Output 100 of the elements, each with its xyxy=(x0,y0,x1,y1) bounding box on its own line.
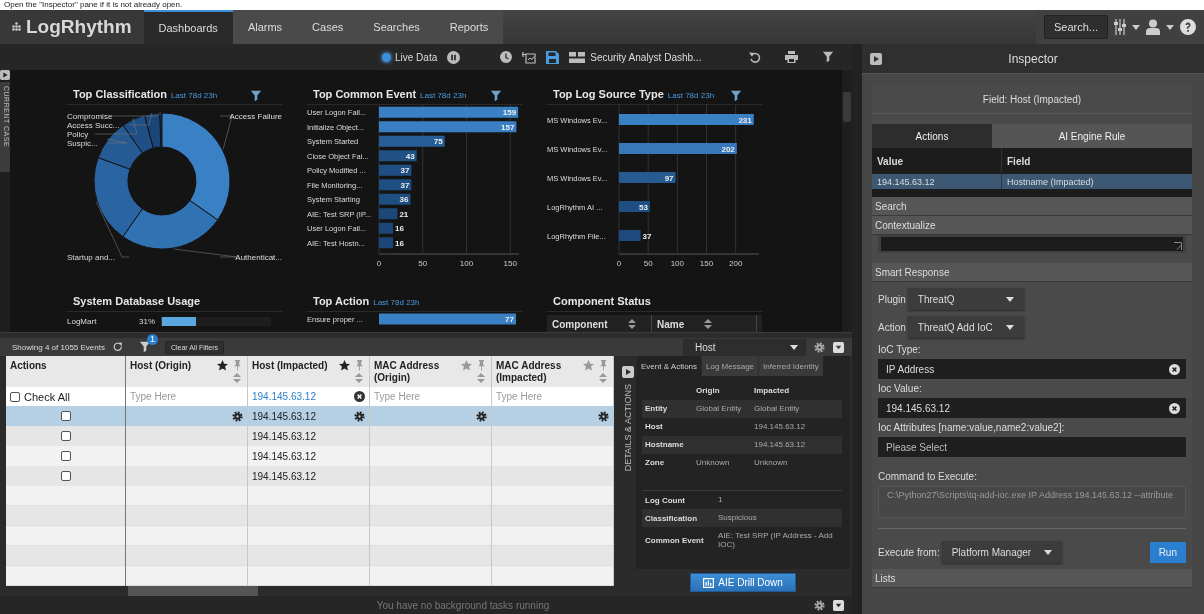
data-label: 97 xyxy=(664,173,674,183)
filter-cell[interactable]: Type Here xyxy=(370,387,492,406)
collapse-icon[interactable] xyxy=(833,599,844,611)
nav-tab[interactable]: Searches xyxy=(358,10,435,44)
nav-tab[interactable]: Reports xyxy=(434,10,504,44)
help-icon[interactable] xyxy=(1180,19,1196,35)
action-select[interactable]: ThreatQ Add IoC xyxy=(907,316,1024,338)
expand-icon[interactable] xyxy=(870,52,882,65)
save-icon[interactable] xyxy=(546,50,560,64)
data-label: 16 xyxy=(395,224,404,234)
live-data-label[interactable]: Live Data xyxy=(395,51,438,63)
detail-tab[interactable]: Log Message xyxy=(701,356,759,376)
checkbox[interactable] xyxy=(60,451,71,461)
refresh-icon[interactable] xyxy=(112,342,123,352)
filter-field[interactable]: 194.145.63.12 xyxy=(252,391,354,402)
filter-icon[interactable] xyxy=(490,90,502,102)
undo-icon[interactable] xyxy=(749,51,761,63)
checkbox[interactable] xyxy=(60,431,71,441)
details-actions-tab[interactable]: DETAILS & ACTIONS xyxy=(623,384,633,472)
section-header[interactable]: Contextualize xyxy=(872,216,1192,235)
table-row[interactable]: 194.145.63.12 xyxy=(6,406,614,426)
plugin-select[interactable]: ThreatQ xyxy=(907,288,1024,310)
gear-icon[interactable] xyxy=(598,410,609,422)
column-header[interactable]: MAC Address (Impacted) xyxy=(492,356,614,387)
filter-cell[interactable]: Type Here xyxy=(492,387,614,406)
nav-tab[interactable]: Alarms xyxy=(232,10,298,44)
detail-tab[interactable]: Inferred Identity xyxy=(758,356,823,376)
filter-cell[interactable]: Type Here xyxy=(126,387,248,406)
star-icon[interactable] xyxy=(460,360,472,371)
pause-icon[interactable] xyxy=(447,50,461,64)
clear-icon[interactable] xyxy=(1169,364,1180,375)
gear-icon[interactable] xyxy=(814,341,825,353)
nav-tab[interactable]: Cases xyxy=(297,10,359,44)
collapse-icon[interactable] xyxy=(833,341,844,353)
caret-icon xyxy=(1043,549,1052,555)
gear-icon[interactable] xyxy=(354,410,365,422)
section-header[interactable]: Smart Response xyxy=(872,263,1192,282)
filter-icon[interactable] xyxy=(250,90,262,102)
checkbox[interactable] xyxy=(60,471,71,481)
section-header[interactable]: Lists xyxy=(872,569,1192,588)
sort-icon[interactable] xyxy=(627,319,636,329)
filter-cell[interactable]: 194.145.63.12 xyxy=(248,387,370,406)
clock-icon[interactable] xyxy=(500,51,513,63)
text-field[interactable]: 194.145.63.12 xyxy=(878,398,1186,418)
gear-icon[interactable] xyxy=(476,410,487,422)
expand-icon[interactable] xyxy=(0,70,10,80)
chart-icon[interactable] xyxy=(703,577,715,588)
filter-field[interactable]: Type Here xyxy=(496,391,609,402)
group-by-select[interactable]: Host xyxy=(683,338,806,356)
text-field[interactable]: IP Address xyxy=(878,359,1186,379)
sort-icon[interactable] xyxy=(704,319,713,329)
add-widget-icon[interactable] xyxy=(522,50,537,64)
bar xyxy=(619,230,641,241)
star-icon[interactable] xyxy=(338,360,350,371)
slice-label: Startup and... xyxy=(67,253,116,262)
table-row[interactable]: 194.145.63.12 Hostname (Impacted) xyxy=(872,174,1192,189)
checkbox[interactable] xyxy=(60,411,71,421)
column-header[interactable]: Host (Origin) xyxy=(126,356,248,387)
column-header[interactable]: Actions xyxy=(6,356,126,387)
filter-icon[interactable] xyxy=(730,90,742,102)
clear-icon[interactable] xyxy=(1169,403,1180,414)
scrollbar[interactable] xyxy=(842,70,852,332)
filter-field[interactable]: Type Here xyxy=(130,391,243,402)
bar xyxy=(379,193,411,205)
filter-icon[interactable] xyxy=(822,51,834,63)
drill-down-button[interactable]: AIE Drill Down xyxy=(690,573,796,592)
column-header: Field xyxy=(1006,155,1032,167)
panel-title: Inspector xyxy=(1007,51,1059,66)
star-icon[interactable] xyxy=(216,360,228,371)
search-button[interactable]: Search... xyxy=(1043,15,1108,39)
text-field[interactable]: Please Select xyxy=(878,437,1186,457)
execute-from-select[interactable]: Platform Manager xyxy=(941,541,1062,563)
section-header[interactable]: Search xyxy=(872,197,1192,216)
sliders-icon[interactable] xyxy=(1114,19,1126,35)
time-range-label: Last 78d 23h xyxy=(667,91,715,100)
dashboard-name[interactable]: Security Analyst Dashb... xyxy=(590,51,702,63)
run-button[interactable]: Run xyxy=(1149,541,1186,563)
filter-field[interactable]: Type Here xyxy=(374,391,487,402)
expand-icon[interactable] xyxy=(622,366,634,378)
time-range-label: Last 78d 23h xyxy=(420,91,467,100)
column-header[interactable]: Host (Impacted) xyxy=(248,356,370,387)
gear-icon[interactable] xyxy=(814,599,825,611)
inspector-tab[interactable]: AI Engine Rule xyxy=(992,124,1192,148)
column-header[interactable]: MAC Address (Origin) xyxy=(370,356,492,387)
table-row[interactable]: 194.145.63.12 xyxy=(6,426,614,446)
print-icon[interactable] xyxy=(785,51,798,63)
layout-icon[interactable] xyxy=(569,51,586,63)
checkbox[interactable] xyxy=(10,391,20,402)
table-cell: Global Entity xyxy=(693,400,751,418)
resize-grip-icon[interactable] xyxy=(1174,242,1182,250)
table-cell: Global Entity xyxy=(751,400,842,418)
table-row[interactable]: 194.145.63.12 xyxy=(6,466,614,486)
filter-icon[interactable] xyxy=(138,341,151,353)
gear-icon[interactable] xyxy=(232,410,243,422)
inspector-tab[interactable]: Actions xyxy=(872,124,992,148)
user-icon[interactable] xyxy=(1146,19,1160,35)
table-row[interactable]: 194.145.63.12 xyxy=(6,446,614,466)
clear-icon[interactable] xyxy=(354,391,365,402)
nav-tab[interactable]: Dashboards xyxy=(143,10,233,44)
star-icon[interactable] xyxy=(582,360,594,371)
